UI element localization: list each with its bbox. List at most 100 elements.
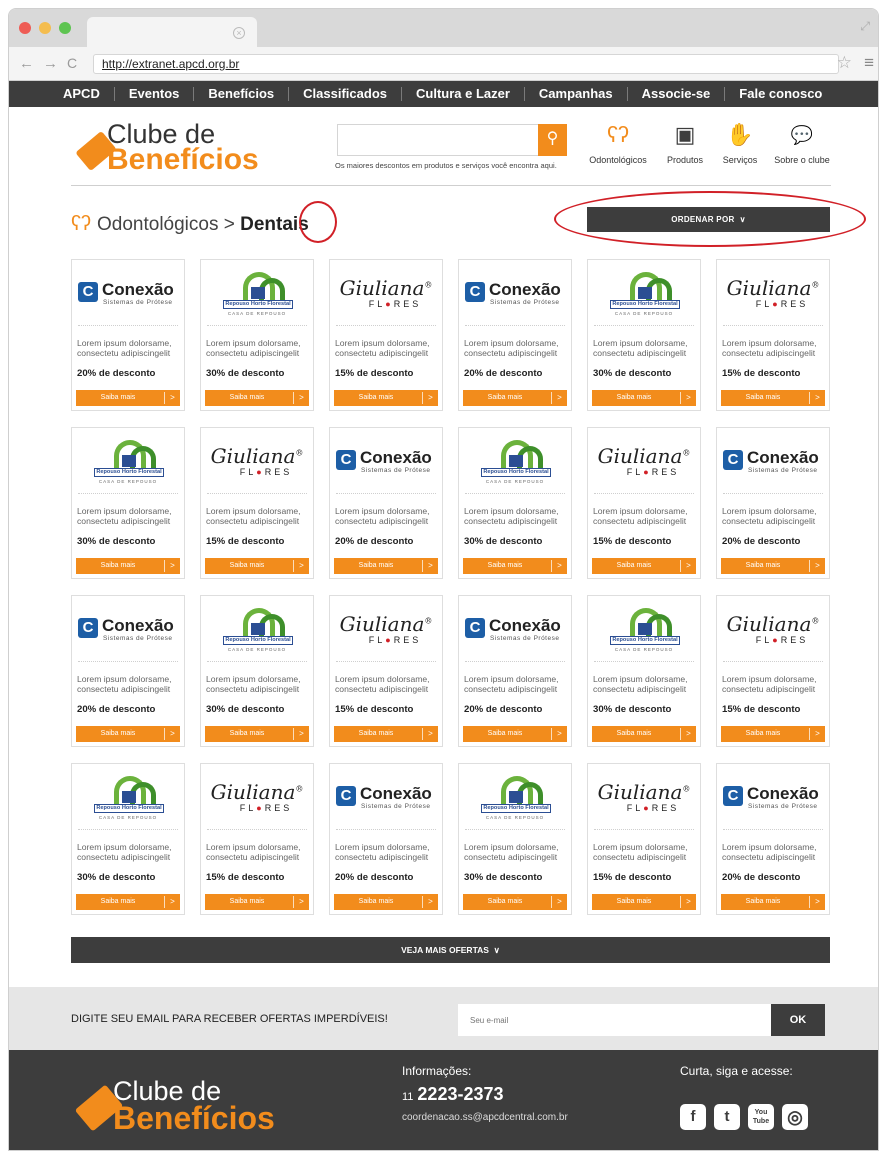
saiba-mais-button[interactable]: Saiba mais > (463, 390, 567, 406)
topnav-item[interactable]: APCD (49, 87, 115, 101)
twitter-icon[interactable]: t (714, 1104, 740, 1130)
offer-card[interactable]: C Conexão Sistemas de Prótese Lorem ipsum d… (716, 427, 830, 579)
offer-card[interactable]: Giuliana® FL●RES Lorem ipsum dolorsame, co… (200, 427, 314, 579)
saiba-mais-button[interactable]: Saiba mais > (721, 558, 825, 574)
saiba-mais-button[interactable]: Saiba mais > (205, 726, 309, 742)
email-field[interactable] (458, 1004, 772, 1036)
offer-card[interactable]: Giuliana® FL●RES Lorem ipsum dolorsame, co… (587, 763, 701, 915)
topnav-item[interactable]: Cultura e Lazer (402, 87, 525, 101)
bookmark-star-icon[interactable]: ☆ (837, 53, 852, 73)
saiba-mais-label: Saiba mais (745, 730, 781, 737)
topnav-item[interactable]: Fale conosco (725, 87, 836, 101)
saiba-mais-button[interactable]: Saiba mais > (76, 894, 180, 910)
saiba-mais-button[interactable]: Saiba mais > (592, 558, 696, 574)
chevron-right-icon: > (809, 392, 825, 404)
saiba-mais-button[interactable]: Saiba mais > (334, 390, 438, 406)
house-icon (638, 287, 652, 299)
chevron-down-icon: ∨ (493, 945, 500, 955)
offer-card[interactable]: Giuliana® FL●RES Lorem ipsum dolorsame, co… (716, 259, 830, 411)
topnav-item[interactable]: Campanhas (525, 87, 628, 101)
topnav-item[interactable]: Associe-se (628, 87, 726, 101)
offer-card[interactable]: Repouso Horto Florestal CASA DE REPOUSO Lo… (71, 763, 185, 915)
offer-card[interactable]: Giuliana® FL●RES Lorem ipsum dolorsame, co… (329, 259, 443, 411)
offer-description: Lorem ipsum dolorsame, consectetu adipis… (335, 506, 430, 526)
tab-close-icon[interactable]: × (233, 27, 245, 39)
offer-card[interactable]: Giuliana® FL●RES Lorem ipsum dolorsame, co… (329, 595, 443, 747)
youtube-icon[interactable]: You Tube (748, 1104, 774, 1130)
saiba-mais-button[interactable]: Saiba mais > (334, 726, 438, 742)
offer-card[interactable]: Giuliana® FL●RES Lorem ipsum dolorsame, co… (716, 595, 830, 747)
saiba-mais-button[interactable]: Saiba mais > (205, 390, 309, 406)
saiba-mais-button[interactable]: Saiba mais > (721, 726, 825, 742)
chevron-right-icon: > (293, 896, 309, 908)
saiba-mais-button[interactable]: Saiba mais > (721, 390, 825, 406)
browser-menu-icon[interactable]: ≡ (864, 53, 874, 73)
search-icon[interactable]: ⚲ (538, 124, 567, 156)
offer-card[interactable]: C Conexão Sistemas de Prótese Lorem ipsum d… (329, 763, 443, 915)
offer-discount: 30% de desconto (593, 368, 672, 379)
offer-card[interactable]: Giuliana® FL●RES Lorem ipsum dolorsame, co… (200, 763, 314, 915)
show-more-offers-button[interactable]: VEJA MAIS OFERTAS ∨ (71, 937, 830, 963)
topnav-item[interactable]: Benefícios (194, 87, 290, 101)
offer-card[interactable]: Repouso Horto Florestal CASA DE REPOUSO Lo… (458, 763, 572, 915)
offer-card[interactable]: Repouso Horto Florestal CASA DE REPOUSO Lo… (200, 595, 314, 747)
saiba-mais-button[interactable]: Saiba mais > (463, 726, 567, 742)
instagram-icon[interactable]: ◎ (782, 1104, 808, 1130)
saiba-mais-button[interactable]: Saiba mais > (721, 894, 825, 910)
offer-card[interactable]: C Conexão Sistemas de Prótese Lorem ipsum d… (458, 259, 572, 411)
card-divider (594, 829, 694, 830)
browser-tab[interactable] (87, 17, 257, 47)
back-icon[interactable]: ← (19, 55, 34, 72)
phone-ddd: 11 (402, 1091, 414, 1103)
flower-dot-icon: ● (256, 803, 265, 813)
category-sobre[interactable]: 💬 Sobre o clube (769, 121, 835, 165)
saiba-mais-button[interactable]: Saiba mais > (205, 894, 309, 910)
saiba-mais-button[interactable]: Saiba mais > (205, 558, 309, 574)
saiba-mais-button[interactable]: Saiba mais > (334, 894, 438, 910)
breadcrumb-parent[interactable]: Odontológicos (97, 214, 218, 235)
offer-card[interactable]: Repouso Horto Florestal CASA DE REPOUSO Lo… (587, 259, 701, 411)
footer-logo[interactable]: Clube de Benefícios (71, 1070, 331, 1140)
saiba-mais-button[interactable]: Saiba mais > (76, 390, 180, 406)
search-input[interactable] (337, 124, 565, 156)
saiba-mais-button[interactable]: Saiba mais > (76, 726, 180, 742)
order-by-button[interactable]: ORDENAR POR ∨ (587, 207, 830, 232)
forward-icon[interactable]: → (43, 55, 58, 72)
newsletter-submit-button[interactable]: OK (771, 1004, 825, 1036)
category-servicos[interactable]: ✋ Serviços (715, 121, 765, 165)
saiba-mais-label: Saiba mais (487, 730, 523, 737)
offer-card[interactable]: Giuliana® FL●RES Lorem ipsum dolorsame, co… (587, 427, 701, 579)
minimize-window-button[interactable] (39, 22, 51, 34)
url-field[interactable]: http://extranet.apcd.org.br (93, 54, 839, 74)
close-window-button[interactable] (19, 22, 31, 34)
offer-card[interactable]: Repouso Horto Florestal CASA DE REPOUSO Lo… (200, 259, 314, 411)
category-odontologicos[interactable]: ʕʔ Odontológicos (585, 121, 651, 165)
expand-icon[interactable]: ⤢ (860, 19, 870, 34)
footer-email[interactable]: coordenacao.ss@apcdcentral.com.br (402, 1112, 568, 1123)
offer-card[interactable]: C Conexão Sistemas de Prótese Lorem ipsum d… (71, 595, 185, 747)
saiba-mais-button[interactable]: Saiba mais > (463, 558, 567, 574)
topnav-item[interactable]: Eventos (115, 87, 195, 101)
offer-card[interactable]: C Conexão Sistemas de Prótese Lorem ipsum d… (716, 763, 830, 915)
topnav-item[interactable]: Classificados (289, 87, 402, 101)
brand-name: Repouso Horto Florestal (223, 300, 293, 309)
saiba-mais-button[interactable]: Saiba mais > (592, 894, 696, 910)
offer-card[interactable]: Repouso Horto Florestal CASA DE REPOUSO Lo… (587, 595, 701, 747)
saiba-mais-button[interactable]: Saiba mais > (592, 726, 696, 742)
saiba-mais-button[interactable]: Saiba mais > (334, 558, 438, 574)
offer-card[interactable]: Repouso Horto Florestal CASA DE REPOUSO Lo… (71, 427, 185, 579)
saiba-mais-button[interactable]: Saiba mais > (463, 894, 567, 910)
saiba-mais-button[interactable]: Saiba mais > (76, 558, 180, 574)
saiba-mais-button[interactable]: Saiba mais > (592, 390, 696, 406)
offer-card[interactable]: C Conexão Sistemas de Prótese Lorem ipsum d… (458, 595, 572, 747)
offer-card[interactable]: C Conexão Sistemas de Prótese Lorem ipsum d… (329, 427, 443, 579)
maximize-window-button[interactable] (59, 22, 71, 34)
reload-icon[interactable]: C (67, 55, 77, 71)
chevron-right-icon: > (164, 896, 180, 908)
offer-card[interactable]: C Conexão Sistemas de Prótese Lorem ipsum d… (71, 259, 185, 411)
footer-phone[interactable]: 11 2223-2373 (402, 1084, 504, 1105)
facebook-icon[interactable]: f (680, 1104, 706, 1130)
site-logo[interactable]: Clube de Benefícios (71, 117, 301, 177)
category-produtos[interactable]: ▣ Produtos (659, 121, 711, 165)
offer-card[interactable]: Repouso Horto Florestal CASA DE REPOUSO Lo… (458, 427, 572, 579)
